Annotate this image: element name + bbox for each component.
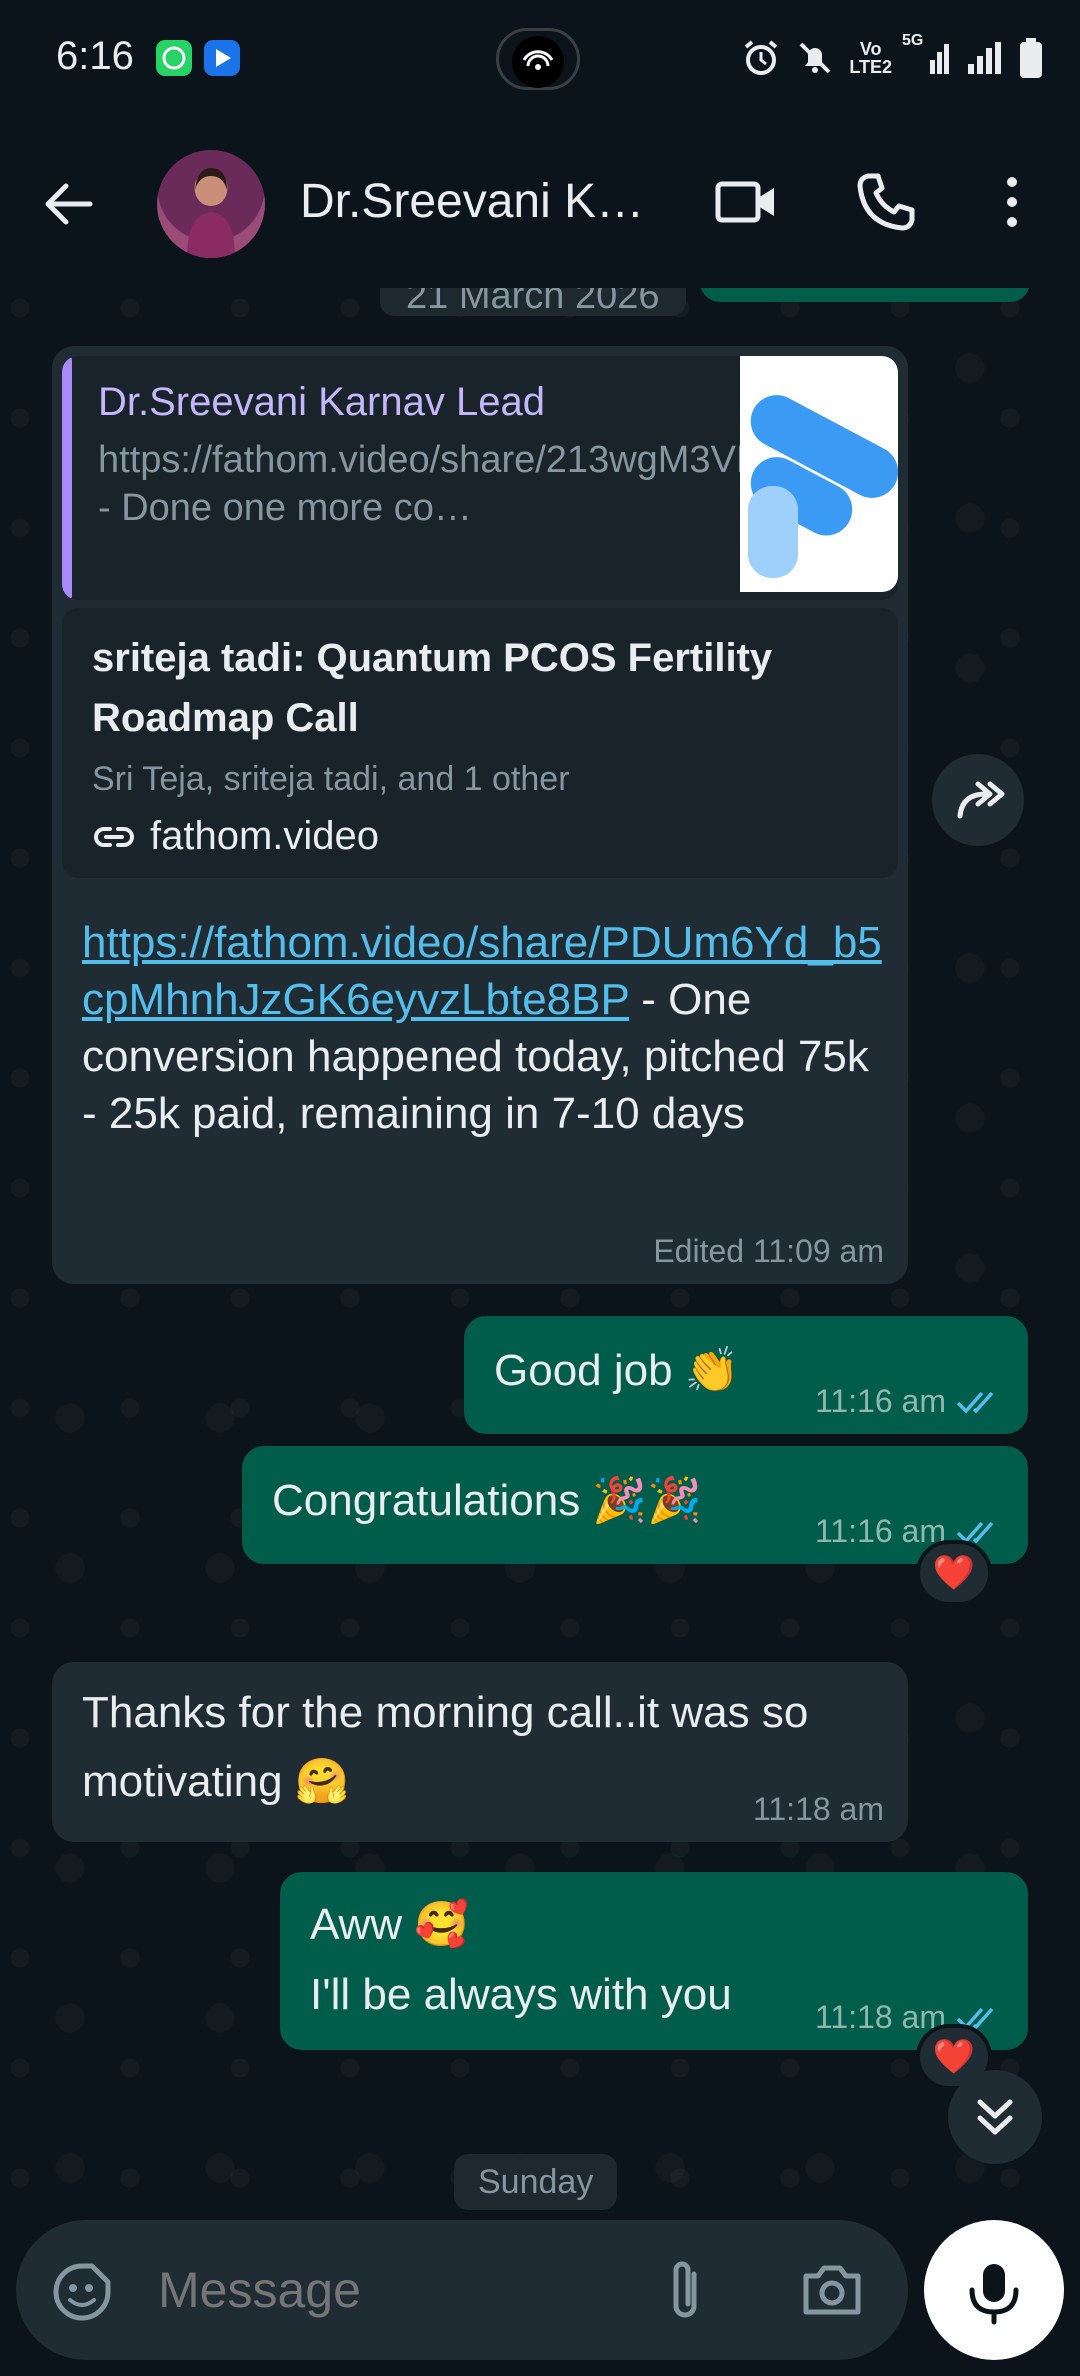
incoming-message[interactable]: Thanks for the morning call..it was so m… (52, 1662, 908, 1842)
attachment-icon[interactable] (660, 2256, 710, 2326)
message-time: Edited 11:09 am (653, 1233, 884, 1269)
message-input[interactable] (158, 2220, 658, 2360)
message-time: 11:16 am (814, 1383, 946, 1419)
emoji-sticker-icon[interactable] (50, 2260, 114, 2324)
camera-icon[interactable] (800, 2258, 864, 2322)
outgoing-message[interactable]: Aww 🥰 I'll be always with you 11:18 am (280, 1872, 1028, 2050)
quoted-sender: Dr.Sreevani Karnav Lead (98, 380, 545, 424)
date-chip-sunday: Sunday (454, 2154, 618, 2210)
voice-call-icon[interactable] (852, 168, 920, 236)
contact-name[interactable]: Dr.Sreevani Karnav Lead (300, 174, 670, 229)
status-bar: 6:16 Vo LTE2 5G (0, 0, 1080, 118)
hotspot-icon (512, 36, 564, 88)
message-meta: 11:16 am (815, 1383, 1004, 1420)
contact-avatar[interactable] (157, 150, 265, 258)
alarm-icon (741, 38, 781, 78)
message-time: 11:18 am (814, 1999, 946, 2035)
whatsapp-notification-icon (156, 40, 192, 76)
message-link[interactable]: https://fathom.video/share/PDUm6Yd_b5cpM… (82, 918, 882, 1024)
link-card-title: sriteja tadi: Quantum PCOS Fertility Roa… (92, 636, 773, 740)
chat-header: Dr.Sreevani Karnav Lead (0, 118, 1080, 288)
message-composer[interactable] (16, 2220, 908, 2360)
battery-icon (1018, 37, 1044, 79)
message-time: 11:16 am (814, 1513, 946, 1549)
network-type-label: 5G (902, 32, 924, 49)
message-text-line1: Aww 🥰 (310, 1900, 470, 1949)
app-notification-icon (204, 40, 240, 76)
heart-reaction-icon: ❤️ (932, 1554, 976, 1592)
status-icons: Vo LTE2 5G (741, 32, 1044, 80)
outgoing-message[interactable]: Good job 👏 11:16 am (464, 1316, 1028, 1434)
quote-bar (62, 356, 72, 600)
incoming-message-link[interactable]: Dr.Sreevani Karnav Lead https://fathom.v… (52, 346, 908, 1284)
chat-area[interactable]: 21 March 2026 Dr.Sreevani Karnav Lead ht… (0, 288, 1080, 2220)
message-text: https://fathom.video/share/PDUm6Yd_b5cpM… (82, 914, 892, 1142)
outgoing-message[interactable]: Congratulations 🎉🎉 11:16 am (242, 1446, 1028, 1564)
status-time: 6:16 (56, 34, 134, 78)
link-card-domain: fathom.video (150, 814, 380, 858)
message-text: Congratulations 🎉🎉 (272, 1476, 702, 1525)
quoted-preview[interactable]: Dr.Sreevani Karnav Lead https://fathom.v… (62, 356, 898, 600)
quoted-text: https://fathom.video/share/213wgM3VRhE6w… (98, 439, 898, 529)
more-options-icon[interactable] (988, 168, 1036, 236)
lte-label: LTE2 (849, 57, 892, 77)
message-text-line2: I'll be always with you (310, 1970, 732, 2019)
read-receipt-icon (954, 1387, 1004, 1417)
link-card-domain-row: fathom.video (92, 814, 379, 859)
link-card-subtitle: Sri Teja, sriteja tadi, and 1 other (92, 760, 570, 798)
link-preview-card[interactable]: sriteja tadi: Quantum PCOS Fertility Roa… (62, 608, 898, 878)
message-text: Thanks for the morning call..it was so m… (82, 1688, 809, 1806)
message-meta: 11:18 am (753, 1791, 884, 1828)
video-call-icon[interactable] (712, 168, 780, 236)
message-time: 11:18 am (752, 1791, 884, 1827)
message-text: Good job 👏 (494, 1346, 740, 1395)
forward-icon[interactable] (932, 754, 1024, 846)
link-icon (92, 822, 136, 852)
volte-indicator: Vo LTE2 (849, 40, 892, 76)
date-chip: 21 March 2026 (380, 288, 686, 316)
scroll-to-bottom-icon[interactable] (948, 2070, 1042, 2164)
message-meta: Edited 11:09 am (653, 1233, 884, 1270)
volte-label: Vo (859, 39, 882, 59)
previous-outgoing-bubble (700, 288, 1030, 302)
microphone-icon[interactable] (924, 2220, 1064, 2360)
fathom-logo-thumbnail (740, 356, 898, 592)
heart-reaction-badge[interactable]: ❤️ (916, 1540, 992, 1606)
mute-notification-icon (795, 38, 835, 78)
signal-5g-icon: 5G (902, 32, 950, 78)
back-arrow-icon[interactable] (40, 176, 96, 232)
signal-icon (964, 38, 1004, 78)
